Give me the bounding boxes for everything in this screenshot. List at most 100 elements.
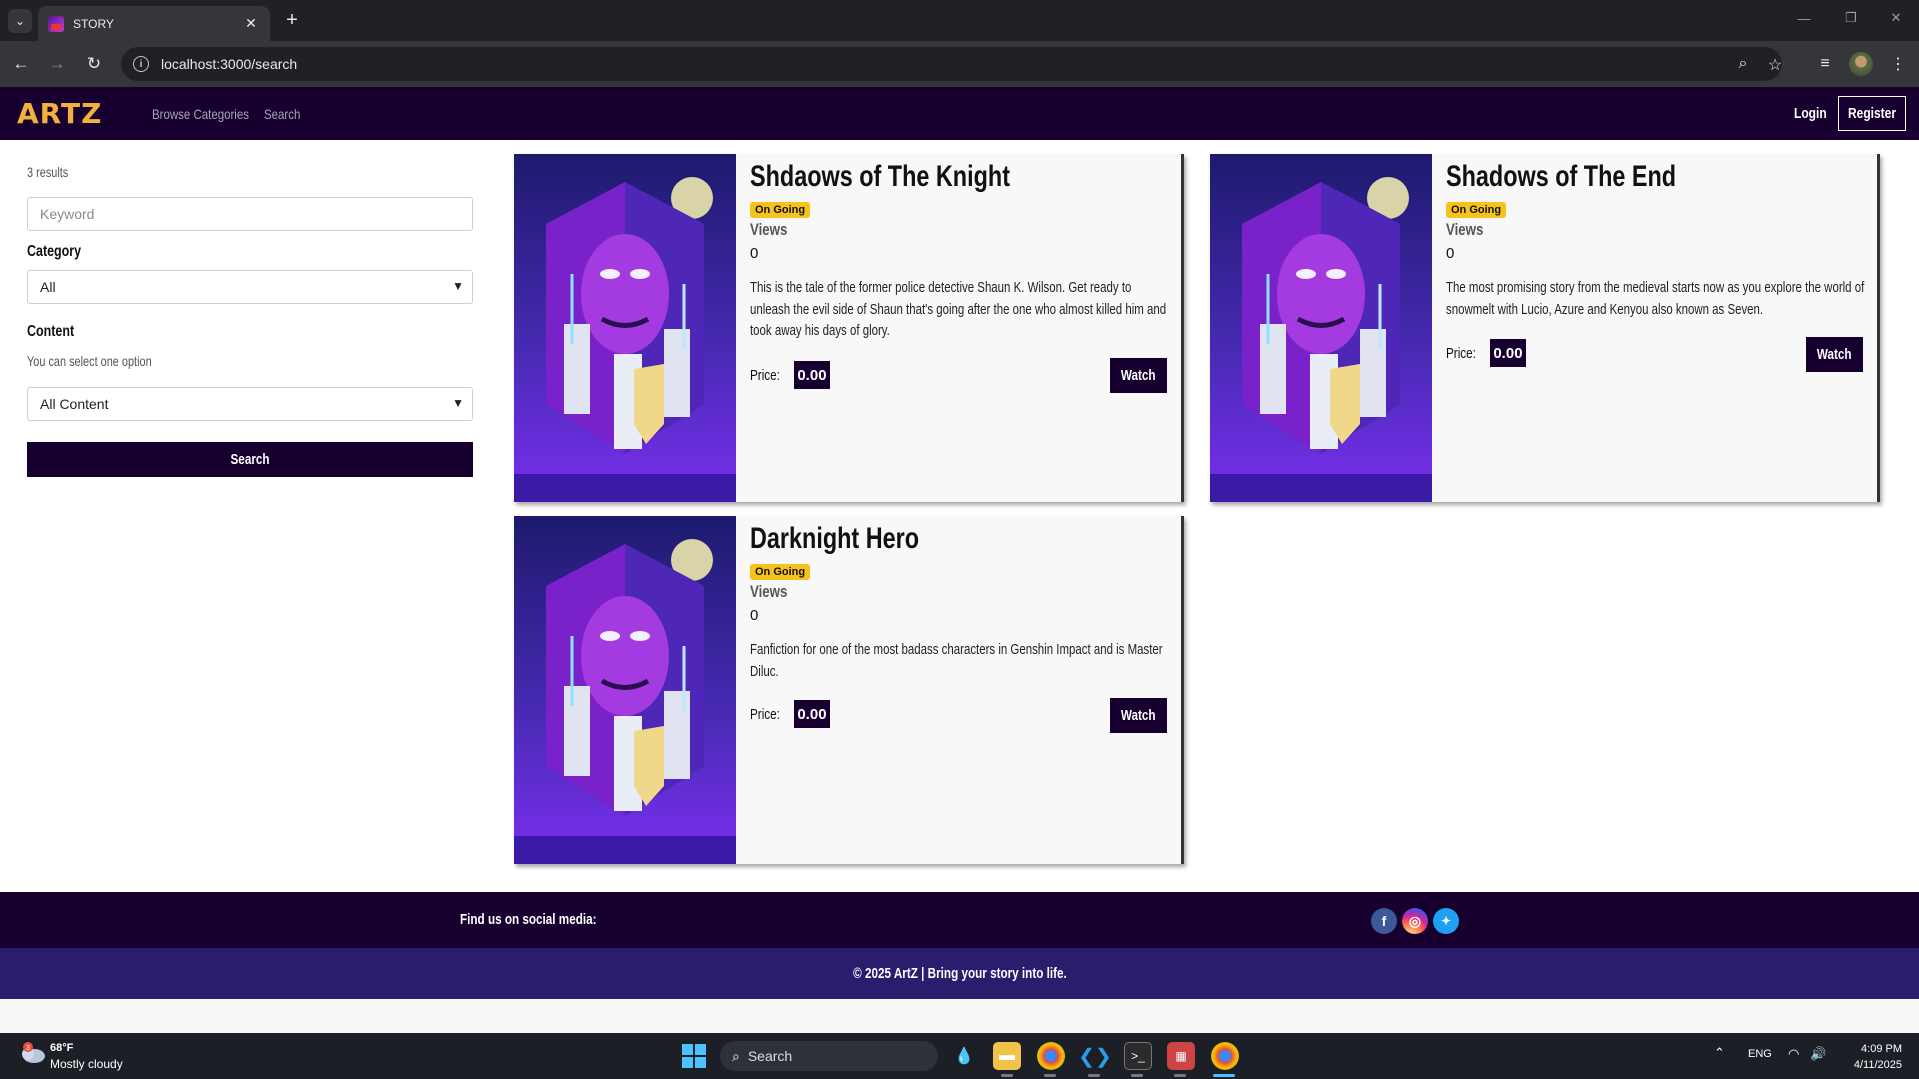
copyright-text: © 2025 ArtZ | Bring your story into life…: [852, 965, 1067, 982]
content-selected-value: All Content: [40, 396, 109, 412]
taskbar-search-box[interactable]: ⌕ Search: [720, 1041, 938, 1071]
twitter-icon[interactable]: ✦: [1433, 908, 1459, 934]
browser-toolbar: ← → ↻ i localhost:3000/search ⌕ ☆ ≡ ⋮: [0, 41, 1919, 87]
social-media-text: Find us on social media:: [460, 911, 597, 928]
story-card[interactable]: Shdaows of The Knight On Going Views 0 T…: [514, 154, 1184, 502]
app-running-indicator: [1001, 1074, 1013, 1077]
story-description: The most promising story from the mediev…: [1446, 280, 1865, 318]
clock-date: 4/11/2025: [1853, 1059, 1902, 1071]
watch-button-label: Watch: [1121, 707, 1156, 724]
app-running-indicator: [1131, 1074, 1143, 1077]
watch-button-label: Watch: [1121, 367, 1156, 384]
page-bottom-area: [0, 999, 1919, 1033]
search-icon: ⌕: [732, 1047, 740, 1064]
file-explorer-icon[interactable]: ▬: [993, 1042, 1021, 1070]
views-label: Views: [750, 582, 788, 601]
wifi-icon[interactable]: ◠: [1788, 1046, 1799, 1062]
zoom-icon[interactable]: ⌕: [1733, 55, 1753, 73]
status-badge: On Going: [750, 564, 811, 580]
droplet-app-icon[interactable]: 💧: [950, 1042, 978, 1070]
language-indicator[interactable]: ENG: [1748, 1048, 1772, 1060]
price-label: Price:: [1446, 344, 1476, 362]
taskbar-search-placeholder: Search: [747, 1048, 793, 1064]
login-link[interactable]: Login: [1794, 105, 1827, 122]
content-label: Content: [27, 323, 75, 340]
chevron-up-icon[interactable]: ⌃: [1714, 1045, 1725, 1061]
window-close-icon[interactable]: ✕: [1873, 0, 1919, 36]
story-description: This is the tale of the former police de…: [750, 280, 1167, 339]
site-navbar: ARTZ Browse Categories Search Login Regi…: [0, 87, 1919, 140]
app-icon[interactable]: ▦: [1167, 1042, 1195, 1070]
results-count: 3 results: [27, 164, 69, 180]
new-tab-button[interactable]: +: [280, 8, 304, 32]
weather-temperature[interactable]: 68°F: [50, 1042, 73, 1054]
app-running-indicator: [1174, 1074, 1186, 1077]
watch-button-label: Watch: [1817, 346, 1852, 363]
watch-button[interactable]: Watch: [1110, 358, 1167, 393]
browser-menu-icon[interactable]: ⋮: [1886, 51, 1910, 77]
story-cover-image[interactable]: [514, 516, 736, 864]
reading-list-icon[interactable]: ≡: [1813, 51, 1837, 77]
chrome-active-icon[interactable]: [1211, 1042, 1239, 1070]
price-label: Price:: [750, 366, 780, 384]
views-count: 0: [1446, 245, 1455, 262]
url-text[interactable]: localhost:3000/search: [161, 56, 297, 72]
watch-button[interactable]: Watch: [1806, 337, 1863, 372]
price-value: 0.00: [794, 361, 830, 389]
register-button[interactable]: Register: [1838, 96, 1906, 131]
volume-icon[interactable]: 🔊: [1810, 1046, 1826, 1062]
app-active-indicator: [1213, 1074, 1235, 1077]
weather-badge: 3: [26, 1045, 30, 1052]
weather-cloud-icon[interactable]: 3: [18, 1042, 46, 1064]
chevron-down-icon: ▼: [452, 279, 464, 293]
facebook-icon[interactable]: f: [1371, 908, 1397, 934]
taskbar-clock[interactable]: 4:09 PM 4/11/2025: [1840, 1041, 1902, 1073]
keyword-input[interactable]: Keyword: [27, 197, 473, 231]
instagram-icon[interactable]: ◎: [1402, 908, 1428, 934]
address-bar[interactable]: i localhost:3000/search ⌕ ☆: [121, 47, 1782, 81]
tab-title: STORY: [73, 16, 114, 31]
weather-description[interactable]: Mostly cloudy: [50, 1057, 123, 1071]
reload-icon[interactable]: ↻: [81, 51, 107, 77]
price-value: 0.00: [1490, 339, 1526, 367]
price-label: Price:: [750, 705, 780, 723]
nav-search[interactable]: Search: [264, 106, 300, 122]
site-info-icon[interactable]: i: [133, 56, 149, 72]
footer-copyright-bar: © 2025 ArtZ | Bring your story into life…: [0, 948, 1919, 999]
search-button[interactable]: Search: [27, 442, 473, 477]
tab-close-icon[interactable]: ✕: [242, 15, 260, 32]
story-cover-image[interactable]: [514, 154, 736, 502]
vscode-icon[interactable]: ❮❯: [1078, 1042, 1112, 1070]
story-card[interactable]: Shadows of The End On Going Views 0 The …: [1210, 154, 1880, 502]
bookmark-star-icon[interactable]: ☆: [1765, 55, 1785, 75]
chrome-icon[interactable]: [1037, 1042, 1065, 1070]
windows-start-icon[interactable]: [682, 1044, 706, 1068]
forward-arrow-icon[interactable]: →: [44, 51, 70, 77]
artz-logo[interactable]: ARTZ: [17, 97, 102, 130]
tab-search-menu-button[interactable]: ⌄: [8, 9, 32, 33]
price-row: Price: 0.00: [750, 361, 830, 389]
status-badge: On Going: [1446, 202, 1507, 218]
story-title[interactable]: Darknight Hero: [750, 522, 919, 556]
price-row: Price: 0.00: [1446, 339, 1526, 367]
views-label: Views: [750, 220, 788, 239]
browser-tab[interactable]: STORY ✕: [38, 6, 270, 41]
content-select[interactable]: All Content ▼: [27, 387, 473, 421]
watch-button[interactable]: Watch: [1110, 698, 1167, 733]
nav-browse-categories[interactable]: Browse Categories: [152, 106, 249, 122]
chevron-down-icon: ▼: [452, 396, 464, 410]
category-select[interactable]: All ▼: [27, 270, 473, 304]
price-value: 0.00: [794, 700, 830, 728]
footer-social-bar: Find us on social media: f ◎ ✦: [0, 892, 1919, 948]
story-title[interactable]: Shdaows of The Knight: [750, 160, 1010, 194]
story-title[interactable]: Shadows of The End: [1446, 160, 1676, 194]
browser-tab-bar: ⌄ STORY ✕ + — ❐ ✕: [0, 0, 1919, 41]
minimize-icon[interactable]: —: [1781, 0, 1827, 36]
terminal-icon[interactable]: >_: [1124, 1042, 1152, 1070]
back-arrow-icon[interactable]: ←: [8, 51, 34, 77]
story-card[interactable]: Darknight Hero On Going Views 0 Fanficti…: [514, 516, 1184, 864]
restore-icon[interactable]: ❐: [1828, 0, 1874, 36]
views-count: 0: [750, 245, 759, 262]
profile-avatar[interactable]: [1849, 52, 1873, 76]
story-cover-image[interactable]: [1210, 154, 1432, 502]
